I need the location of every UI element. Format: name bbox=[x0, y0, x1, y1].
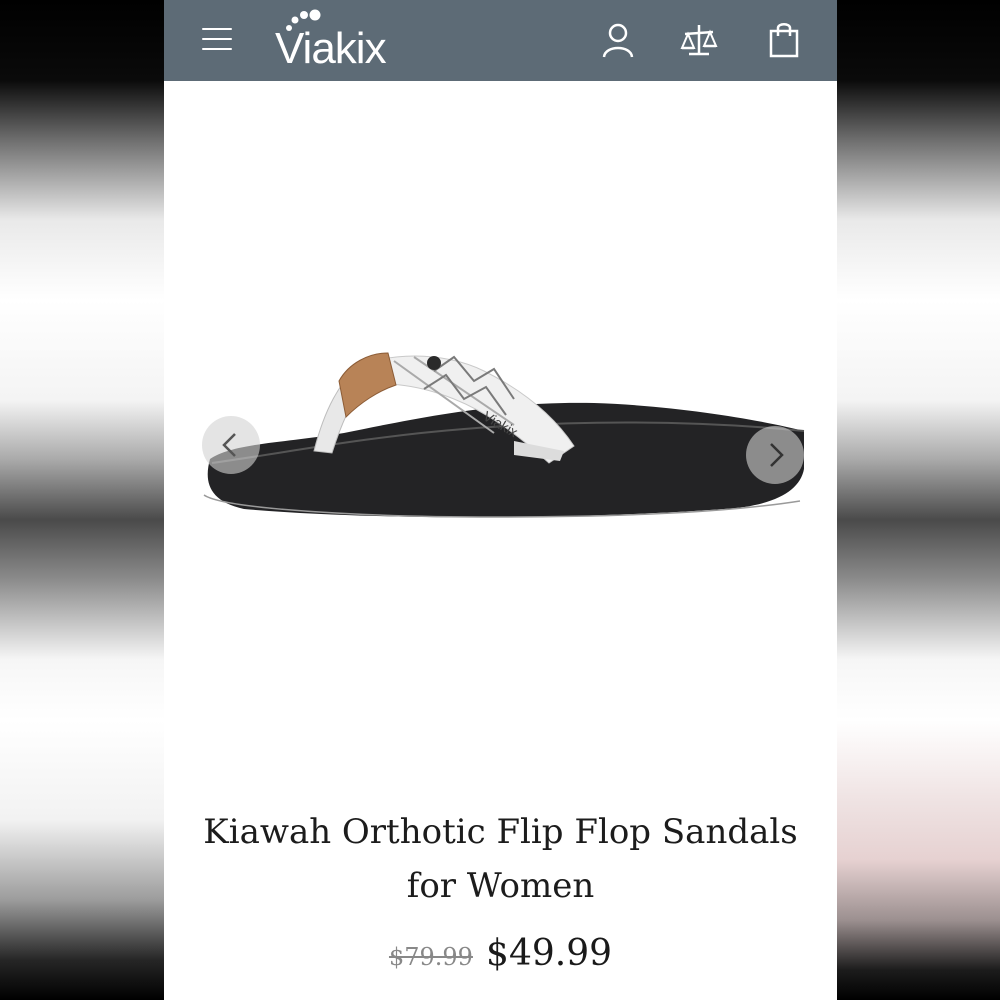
chevron-left-icon bbox=[222, 433, 236, 457]
original-price: $79.99 bbox=[388, 943, 473, 971]
menu-icon[interactable] bbox=[202, 26, 234, 52]
brand-logo[interactable]: Viakix bbox=[271, 6, 411, 76]
product-title-line-1: Kiawah Orthotic Flip Flop Sandals bbox=[203, 812, 798, 852]
prev-image-button[interactable] bbox=[202, 416, 260, 474]
cart-icon[interactable] bbox=[764, 20, 804, 60]
product-photo: Viakix bbox=[203, 352, 805, 518]
compare-icon[interactable] bbox=[679, 20, 719, 60]
product-title-line-2: for Women bbox=[406, 866, 595, 906]
product-gallery[interactable]: Viakix bbox=[164, 81, 837, 800]
mobile-screen: Viakix Viakix Kiawah Orthotic Flip Flop … bbox=[164, 0, 837, 1000]
blurred-backdrop-left bbox=[0, 0, 164, 1000]
sale-price: $49.99 bbox=[486, 933, 613, 974]
account-icon[interactable] bbox=[598, 20, 638, 60]
brand-name: Viakix bbox=[275, 24, 387, 73]
site-header: Viakix bbox=[164, 0, 837, 81]
next-image-button[interactable] bbox=[746, 426, 804, 484]
product-title: Kiawah Orthotic Flip Flop Sandals for Wo… bbox=[164, 805, 837, 913]
blurred-backdrop-right bbox=[836, 0, 1000, 1000]
price-block: $79.99 $49.99 bbox=[164, 933, 837, 974]
chevron-right-icon bbox=[770, 443, 784, 467]
